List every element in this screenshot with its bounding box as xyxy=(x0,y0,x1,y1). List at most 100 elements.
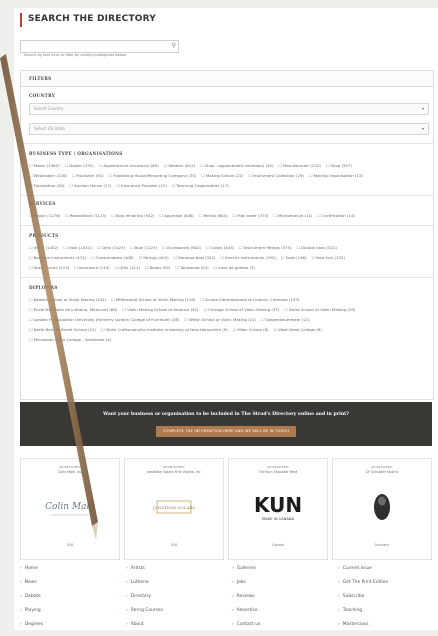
filter-checkbox[interactable]: Violin Making School of America (42) xyxy=(122,307,198,312)
filter-checkbox[interactable]: Publisher (92) xyxy=(72,173,104,178)
footer-link[interactable]: String Courses xyxy=(126,608,226,622)
footer-link[interactable]: Galleries xyxy=(232,566,332,580)
filter-checkbox[interactable]: Viola (1441) xyxy=(63,245,91,250)
filter-checkbox[interactable]: Newark School of Violin Making (141) xyxy=(29,297,106,302)
filter-checkbox[interactable]: viola da gamba (3) xyxy=(214,265,255,270)
filter-checkbox[interactable]: Chicago School of Violin Making (37) xyxy=(204,307,280,312)
footer-link[interactable]: Contact us xyxy=(232,622,332,636)
filter-checkbox[interactable]: Consumables (408) xyxy=(91,255,134,260)
filter-checkbox[interactable]: Violin Craftsmanship Institute Universit… xyxy=(101,327,228,332)
footer-link[interactable]: News xyxy=(20,580,120,594)
filter-checkbox[interactable]: Insurance Provider (17) xyxy=(117,183,167,188)
filter-checkbox[interactable]: Rental (604) xyxy=(199,213,228,218)
state-select[interactable]: Select US State ▾ xyxy=(29,123,429,135)
filter-checkbox[interactable]: Restoration (1123) xyxy=(65,213,106,218)
filter-checkbox[interactable]: École Nationale de Lutherie, Mirecourt (… xyxy=(29,307,117,312)
footer-link[interactable]: About xyxy=(126,622,226,636)
business-type-row[interactable]: Foundation (20) Auction House (17) Insuran… xyxy=(29,183,431,189)
sponsor-card[interactable]: SPONSORED CF Schuster Violins Germany xyxy=(332,458,432,560)
business-type-row[interactable]: Maker (1462) Dealer (332) Appointment nece… xyxy=(29,163,431,169)
filter-checkbox[interactable]: Geigenbauerester (21) xyxy=(261,317,310,322)
search-icon[interactable]: ⚲ xyxy=(172,42,176,49)
sponsor-card[interactable]: SPONSORED Jonathan Solars Fine Violins, … xyxy=(124,458,224,560)
filter-checkbox[interactable]: Instrument fittings (374) xyxy=(239,245,291,250)
filter-checkbox[interactable]: Auction House (17) xyxy=(70,183,112,188)
filter-checkbox[interactable]: Sheet music (113) xyxy=(29,265,69,270)
filter-checkbox[interactable]: West Dean College (6) xyxy=(274,327,322,332)
filter-checkbox[interactable]: Maker (1462) xyxy=(29,163,60,168)
sponsor-card[interactable]: SPONSORED Colin Maki, Inc Colin Maki USA xyxy=(20,458,120,560)
filter-checkbox[interactable]: Insurance (114) xyxy=(74,265,109,270)
filter-checkbox[interactable]: Bow rehairing (942) xyxy=(111,213,154,218)
diplomas-row[interactable]: Minnesota State College - Southeast (4) xyxy=(29,337,431,343)
filter-checkbox[interactable]: Teaching Organisation (17) xyxy=(172,183,229,188)
filter-checkbox[interactable]: Foundation (20) xyxy=(29,183,65,188)
footer-link[interactable]: Teaching xyxy=(338,608,438,622)
footer-link[interactable]: Artists xyxy=(126,566,226,580)
footer-link[interactable]: Playing xyxy=(20,608,120,622)
filter-checkbox[interactable]: North Bennet Street School (12) xyxy=(29,327,96,332)
footer-link[interactable]: Reviews xyxy=(232,594,332,608)
business-type-row[interactable]: Wholesaler (226) Publisher (92) Publishing… xyxy=(29,173,431,179)
sponsor-card[interactable]: SPONSORED The Kun Shoulder Rest KUN MADE… xyxy=(228,458,328,560)
filter-checkbox[interactable]: Shop - appointment necessary (43) xyxy=(200,163,273,168)
diplomas-row[interactable]: École Nationale de Lutherie, Mirecourt (… xyxy=(29,307,431,313)
filter-checkbox[interactable]: Dealer (332) xyxy=(65,163,94,168)
filter-checkbox[interactable]: Mail order (375) xyxy=(233,213,269,218)
services-row[interactable]: Repair (1276) Restoration (1123) Bow rehai… xyxy=(29,213,431,219)
diplomas-row[interactable]: North Bennet Street School (12) Violin Cr… xyxy=(29,327,431,333)
complete-info-button[interactable]: COMPLETE THE INFORMATION HERE AND WE WIL… xyxy=(156,426,296,437)
diplomas-row[interactable]: Newark School of Violin Making (141) Mitt… xyxy=(29,297,431,303)
filter-checkbox[interactable]: Gifts (111) xyxy=(115,265,140,270)
filter-checkbox[interactable]: London Metropolitan University (formerly… xyxy=(29,317,179,322)
filter-checkbox[interactable]: Scuola Internazionale di Liuteria, Cremo… xyxy=(200,297,299,302)
filter-checkbox[interactable]: Appraisal (646) xyxy=(160,213,194,218)
filter-checkbox[interactable]: Instrument Collection (29) xyxy=(248,173,304,178)
filter-checkbox[interactable]: Strings (403) xyxy=(139,255,169,260)
footer-link[interactable]: Subscribe xyxy=(338,594,438,608)
filter-checkbox[interactable]: Tools (146) xyxy=(281,255,307,260)
footer-link[interactable]: Get The Print Edition xyxy=(338,580,438,594)
search-input[interactable] xyxy=(21,49,164,61)
filter-checkbox[interactable]: Milan School (8) xyxy=(233,327,269,332)
footer-link[interactable]: Masterclass xyxy=(338,622,438,636)
filter-checkbox[interactable]: Minnesota State College - Southeast (4) xyxy=(29,337,111,342)
filter-checkbox[interactable]: Certification (14) xyxy=(317,213,355,218)
filter-checkbox[interactable]: Tonewood (54) xyxy=(175,265,208,270)
filter-checkbox[interactable]: Welsh School of Violin Making (22) xyxy=(184,317,256,322)
filter-checkbox[interactable]: Violin (1452) xyxy=(29,245,58,250)
filter-checkbox[interactable]: Manufacturer (222) xyxy=(278,163,320,168)
filter-checkbox[interactable]: Swiss School of Violin Making (29) xyxy=(284,307,355,312)
products-row[interactable]: Violin (1452) Viola (1441) Cello (1423) Bow… xyxy=(29,245,431,251)
filter-checkbox[interactable]: Baroque instruments (472) xyxy=(29,255,86,260)
filter-checkbox[interactable]: Accessories (802) xyxy=(162,245,201,250)
filter-checkbox[interactable]: Cello (1423) xyxy=(97,245,125,250)
footer-link[interactable]: Jobs xyxy=(232,580,332,594)
filter-checkbox[interactable]: Wholesaler (226) xyxy=(29,173,67,178)
footer-link[interactable]: Advertise xyxy=(232,608,332,622)
filter-checkbox[interactable]: Double bass (321) xyxy=(297,245,337,250)
filter-checkbox[interactable]: Bow hair (132) xyxy=(312,255,345,260)
search-box[interactable]: ⚲ xyxy=(20,40,179,61)
filter-checkbox[interactable]: Electric instruments (192) xyxy=(220,255,275,260)
footer-link[interactable]: Lutherie xyxy=(126,580,226,594)
footer-link[interactable]: Degrees xyxy=(20,622,120,636)
products-row[interactable]: Sheet music (113) Insurance (114) Gifts (1… xyxy=(29,265,431,271)
footer-link[interactable]: Home xyxy=(20,566,120,580)
filter-checkbox[interactable]: Publishing House/Recording Company (35) xyxy=(109,173,197,178)
filter-checkbox[interactable]: Baroque bow (322) xyxy=(174,255,216,260)
filter-checkbox[interactable]: Bow (1123) xyxy=(130,245,157,250)
country-select[interactable]: Select Country ▾ xyxy=(29,103,429,115)
footer-link[interactable]: Debate xyxy=(20,594,120,608)
products-row[interactable]: Baroque instruments (472) Consumables (40… xyxy=(29,255,431,261)
diplomas-row[interactable]: London Metropolitan University (formerly… xyxy=(29,317,431,323)
filter-checkbox[interactable]: Retailer (612) xyxy=(164,163,195,168)
filter-checkbox[interactable]: Books (92) xyxy=(145,265,171,270)
filter-checkbox[interactable]: Maintenance (11) xyxy=(273,213,312,218)
filter-checkbox[interactable]: Shop (207) xyxy=(326,163,352,168)
footer-link[interactable]: Current Issue xyxy=(338,566,438,580)
filter-checkbox[interactable]: Making Organisation (13) xyxy=(309,173,363,178)
filter-checkbox[interactable]: Cases (403) xyxy=(206,245,234,250)
filter-checkbox[interactable]: Mittenwald School of Violin Making (119) xyxy=(111,297,195,302)
footer-link[interactable]: Directory xyxy=(126,594,226,608)
